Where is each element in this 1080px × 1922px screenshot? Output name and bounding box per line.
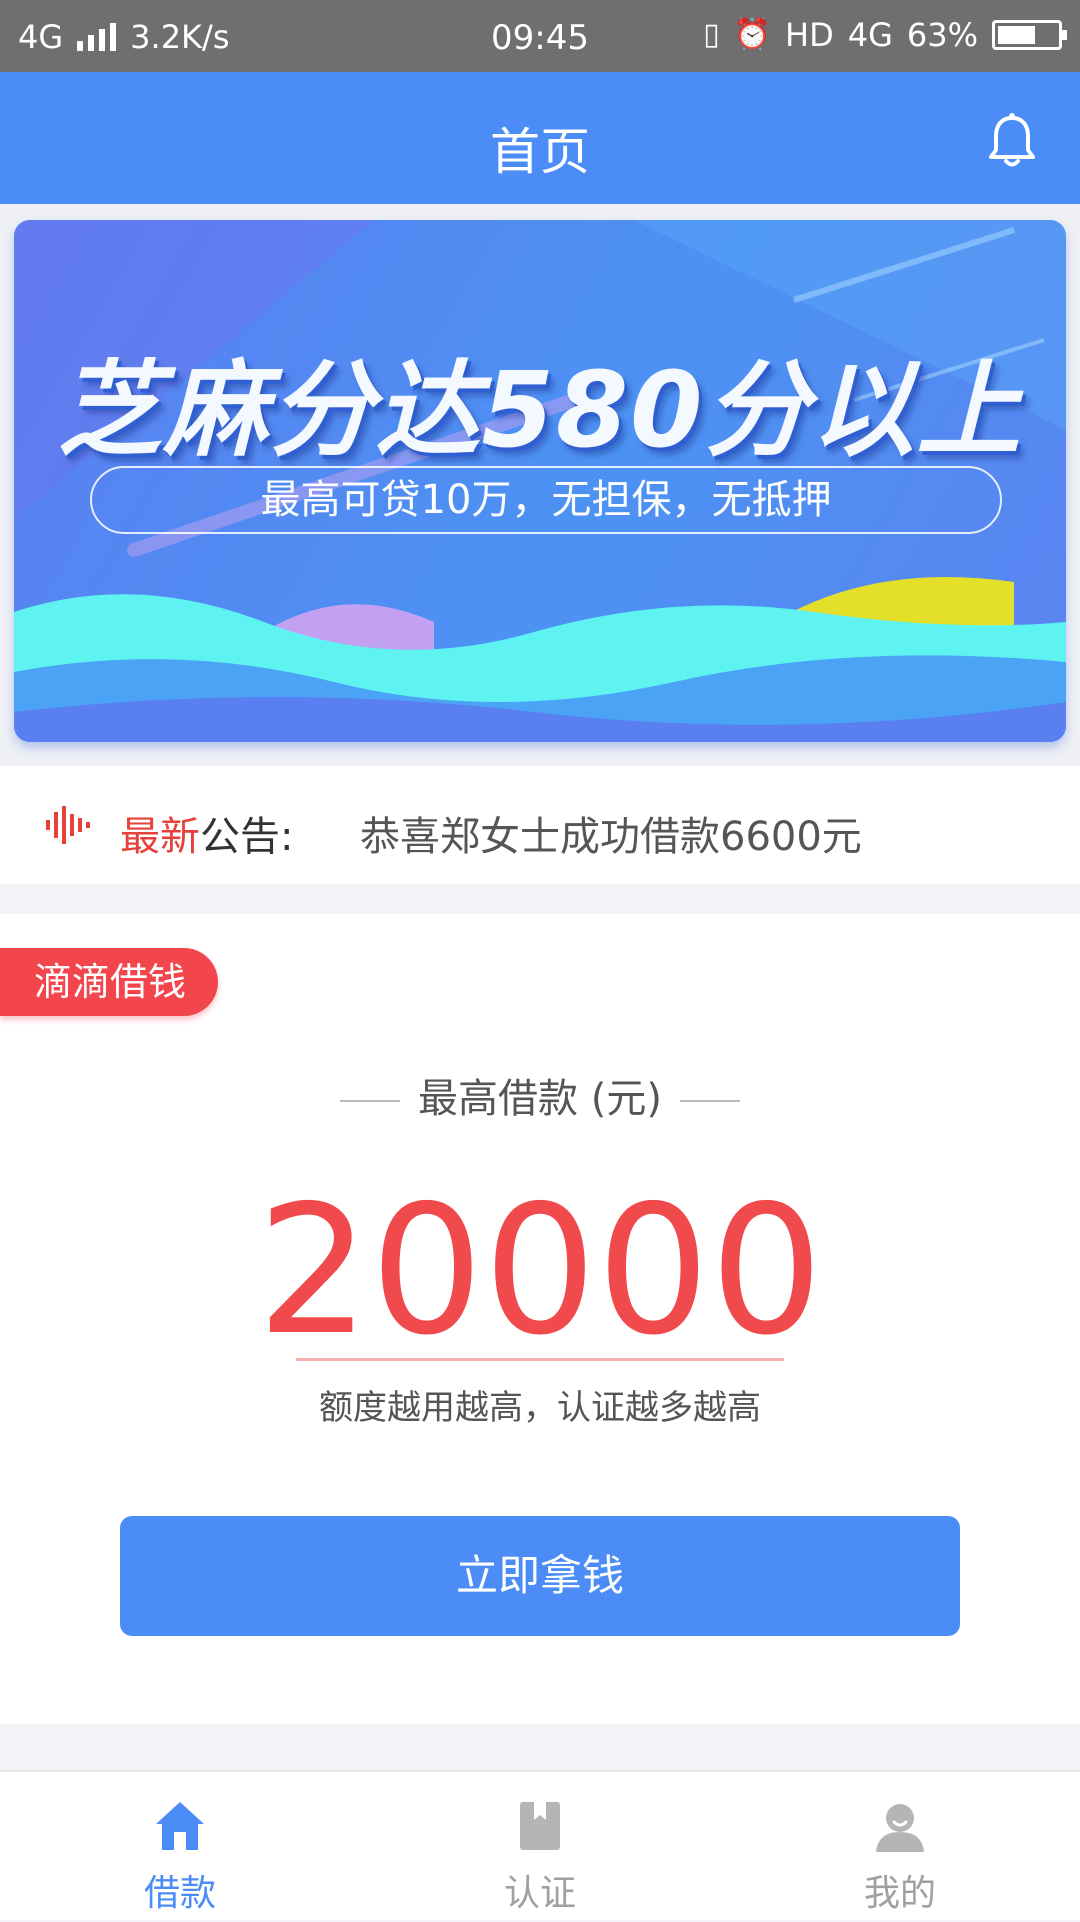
banner-waves [14, 577, 1066, 742]
tab-verify-label: 认证 [503, 1873, 576, 1914]
network-type-right: 4G [847, 16, 893, 54]
credit-hint: 额度越用越高，认证越多越高 [319, 1388, 761, 1428]
divider-right [679, 1100, 740, 1102]
get-money-button[interactable]: 立即拿钱 [120, 1516, 960, 1636]
promo-banner[interactable]: 芝麻分达580分以上 最高可贷10万，无担保，无抵押 [14, 220, 1066, 742]
announcement-bar[interactable]: 最新公告: 恭喜郑女士成功借款6600元 [0, 766, 1080, 884]
app-header: 首页 [0, 72, 1080, 204]
loan-amount: 20000 [256, 1167, 824, 1374]
announcement-label-rest: 公告: [200, 814, 294, 860]
user-icon [876, 1804, 924, 1852]
announcement-text: 恭喜郑女士成功借款6600元 [360, 814, 862, 860]
bottom-nav: 借款 认证 我的 [0, 1770, 1080, 1920]
sound-wave-icon [46, 806, 90, 844]
tab-loan[interactable]: 借款 [0, 1772, 360, 1922]
banner-subline: 最高可贷10万，无担保，无抵押 [90, 466, 1002, 534]
tab-loan-label: 借款 [143, 1873, 216, 1914]
hd-indicator: HD [785, 16, 834, 54]
tab-verify[interactable]: 认证 [360, 1772, 720, 1922]
status-right: ▯ ⏰ HD 4G 63% [703, 16, 1067, 54]
divider-left [340, 1100, 401, 1102]
announcement-label: 最新公告: [120, 804, 293, 862]
status-bar: 4G 3.2K/s 09:45 ▯ ⏰ HD 4G 63% [0, 0, 1080, 72]
tab-mine[interactable]: 我的 [720, 1772, 1080, 1922]
max-loan-text: 最高借款 (元) [418, 1076, 662, 1122]
amount-underline [296, 1358, 784, 1361]
announcement-label-highlight: 最新 [120, 814, 200, 860]
banner-headline: 芝麻分达580分以上 [57, 349, 1023, 471]
alarm-icon: ⏰ [733, 17, 772, 52]
loan-card: 滴滴借钱 最高借款 (元) 20000 额度越用越高，认证越多越高 立即拿钱 [0, 914, 1080, 1724]
battery-icon [992, 20, 1067, 50]
max-loan-label: 最高借款 (元) [0, 1066, 1080, 1124]
banner-section: 芝麻分达580分以上 最高可贷10万，无担保，无抵押 [0, 204, 1080, 766]
page-title: 首页 [490, 123, 590, 181]
bell-icon[interactable] [986, 112, 1038, 170]
home-icon [156, 1802, 204, 1850]
battery-fill [998, 26, 1035, 44]
product-tag: 滴滴借钱 [0, 948, 218, 1016]
vibrate-icon: ▯ [703, 17, 720, 52]
bookmark-icon [520, 1802, 560, 1850]
tab-mine-label: 我的 [863, 1873, 936, 1914]
battery-percent: 63% [906, 16, 978, 54]
